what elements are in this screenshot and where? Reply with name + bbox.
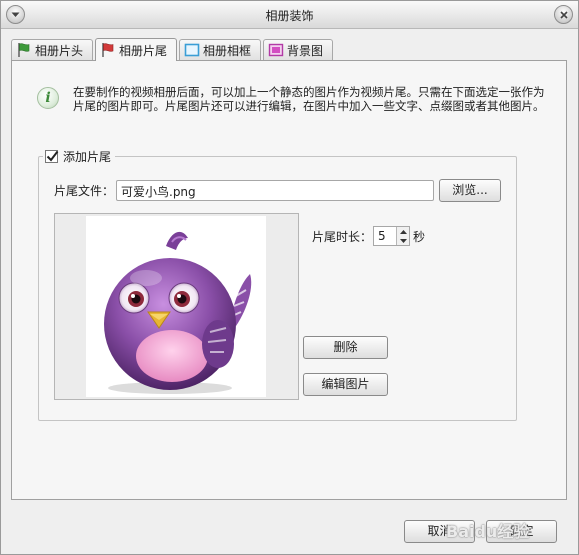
edit-image-button[interactable]: 编辑图片 xyxy=(303,373,388,396)
stepper-down-button[interactable] xyxy=(397,236,409,245)
ending-file-field[interactable]: 可爱小鸟.png xyxy=(116,180,434,201)
duration-stepper[interactable]: 5 xyxy=(373,226,410,246)
dialog-window: 相册装饰 相册片头 相册片尾 相册相框 背景图 i 在要制作的视频相册后面，可以… xyxy=(0,0,579,555)
window-close-button[interactable] xyxy=(554,5,573,24)
triangle-down-icon xyxy=(399,238,407,243)
flag-green-icon xyxy=(18,43,30,57)
picture-icon xyxy=(268,43,284,57)
window-title: 相册装饰 xyxy=(265,9,314,23)
duration-value[interactable]: 5 xyxy=(378,229,386,243)
tab-frame-label: 相册相框 xyxy=(203,43,252,58)
frame-icon xyxy=(184,43,200,57)
ending-file-label: 片尾文件： xyxy=(54,184,115,198)
stepper-arrows xyxy=(396,227,409,245)
delete-button[interactable]: 删除 xyxy=(303,336,388,359)
tab-opening-label: 相册片头 xyxy=(35,43,84,58)
info-icon: i xyxy=(37,87,59,109)
browse-button[interactable]: 浏览... xyxy=(439,179,501,202)
close-icon xyxy=(559,10,568,19)
flag-red-icon xyxy=(102,43,114,57)
duration-label: 片尾时长： xyxy=(312,230,373,244)
add-ending-toggle[interactable]: 添加片尾 xyxy=(43,147,116,165)
watermark: Baidu经验 xyxy=(446,522,530,541)
tab-opening[interactable]: 相册片头 xyxy=(11,39,93,60)
tab-ending-label: 相册片尾 xyxy=(119,43,168,58)
tab-frame[interactable]: 相册相框 xyxy=(179,39,261,60)
info-description: 在要制作的视频相册后面，可以加上一个静态的图片作为视频片尾。只需在下面选定一张作… xyxy=(73,85,545,113)
bird-illustration xyxy=(104,231,252,394)
duration-unit: 秒 xyxy=(413,230,426,244)
title-bar: 相册装饰 xyxy=(1,1,578,29)
stepper-up-button[interactable] xyxy=(397,227,409,236)
tab-background[interactable]: 背景图 xyxy=(263,39,333,60)
purple-bird-image xyxy=(86,216,266,397)
add-ending-label: 添加片尾 xyxy=(63,149,112,164)
tab-ending[interactable]: 相册片尾 xyxy=(95,38,177,61)
add-ending-checkbox[interactable] xyxy=(45,149,59,163)
triangle-up-icon xyxy=(399,229,407,234)
checkmark-icon xyxy=(46,150,59,162)
tab-background-label: 背景图 xyxy=(287,43,324,58)
